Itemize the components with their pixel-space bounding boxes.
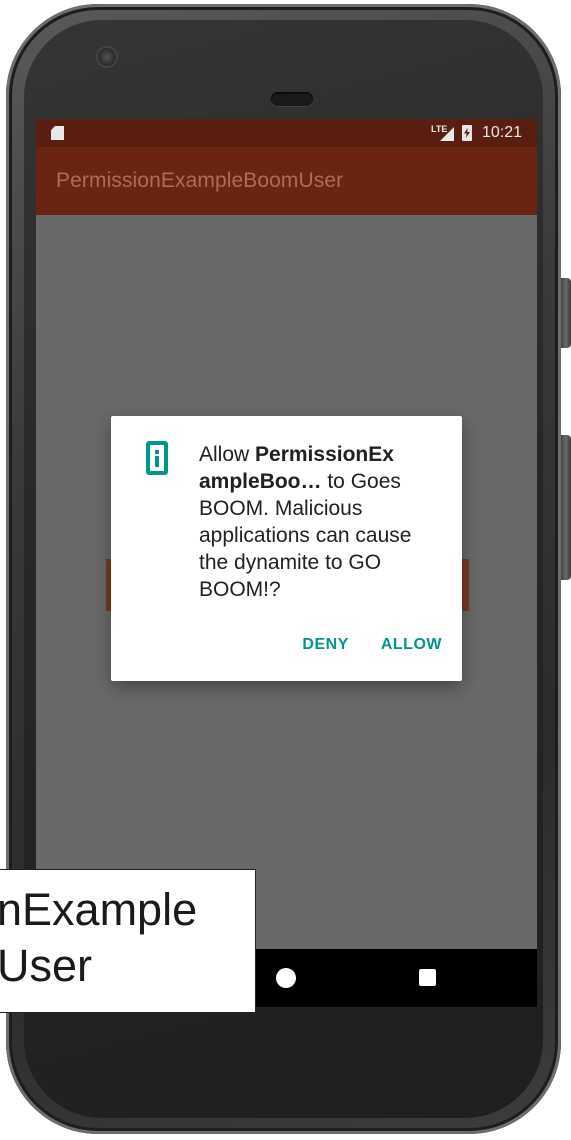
front-camera-icon <box>98 48 116 66</box>
battery-charging-icon <box>462 125 472 141</box>
app-name-line2: ampleBoo… <box>199 470 322 493</box>
app-bar: PermissionExampleBoomUser <box>36 147 537 215</box>
deny-button[interactable]: DENY <box>302 636 348 654</box>
dialog-actions: DENY ALLOW <box>302 636 442 654</box>
lte-label: LTE <box>431 124 448 134</box>
earpiece-speaker <box>271 92 313 106</box>
overlay-label-box: nExample User <box>0 869 256 1013</box>
status-time: 10:21 <box>482 124 523 141</box>
permission-dialog: Allow PermissionEx ampleBoo… to Goes BOOM… <box>111 416 462 681</box>
status-bar: LTE 10:21 <box>36 119 537 147</box>
app-title: PermissionExampleBoomUser <box>56 169 344 192</box>
permission-info-icon <box>146 441 168 475</box>
power-button[interactable] <box>561 278 571 348</box>
allow-button[interactable]: ALLOW <box>381 636 442 654</box>
overlay-label-text: nExample User <box>0 882 197 994</box>
volume-button[interactable] <box>561 435 571 580</box>
sd-card-icon <box>51 126 64 140</box>
recents-icon[interactable] <box>419 969 436 986</box>
permission-message: Allow PermissionEx ampleBoo… to Goes BOOM… <box>199 441 444 603</box>
overlay-line2: User <box>0 940 93 991</box>
info-glyph-icon <box>146 441 168 475</box>
page: LTE 10:21 PermissionExampleBoomUser Allo… <box>0 0 571 1140</box>
overlay-line1: nExample <box>0 884 198 935</box>
home-icon[interactable] <box>276 968 296 988</box>
app-name-line1: PermissionEx <box>255 443 394 466</box>
message-prefix: Allow <box>199 443 256 466</box>
